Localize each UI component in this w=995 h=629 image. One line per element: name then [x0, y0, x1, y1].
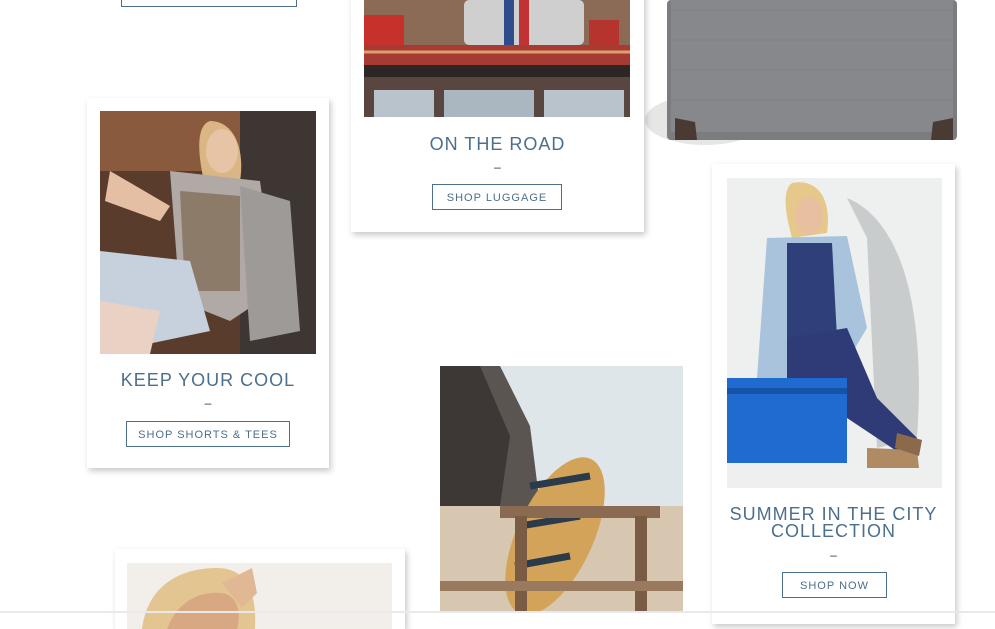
blonde-woman-image[interactable]	[127, 563, 392, 629]
beach-chair-surfboard-image[interactable]	[440, 366, 683, 613]
luggage-car-image[interactable]	[364, 0, 630, 117]
on-the-road-card: ON THE ROAD – SHOP LUGGAGE	[351, 0, 644, 232]
bottom-left-card	[115, 549, 405, 629]
summer-city-card: SUMMER IN THE CITY COLLECTION – SHOP NOW	[712, 164, 955, 624]
title-dash: –	[494, 160, 501, 174]
card-title: KEEP YOUR COOL	[120, 370, 296, 390]
shop-luggage-button[interactable]: SHOP LUGGAGE	[432, 184, 562, 210]
title-dash: –	[830, 548, 837, 562]
shop-now-button[interactable]: SHOP NOW	[782, 572, 887, 598]
card-title-line-2: COLLECTION	[770, 521, 897, 541]
grey-trunk-image[interactable]	[645, 0, 960, 150]
card-title: ON THE ROAD	[429, 134, 566, 154]
top-partial-button[interactable]	[121, 0, 297, 7]
keep-your-cool-card: KEEP YOUR COOL – SHOP SHORTS & TEES	[87, 98, 329, 468]
title-dash: –	[204, 396, 212, 410]
woman-in-car-image[interactable]	[100, 111, 316, 354]
woman-on-blue-trunk-image[interactable]	[727, 178, 942, 488]
shop-shorts-tees-button[interactable]: SHOP SHORTS & TEES	[126, 421, 290, 447]
